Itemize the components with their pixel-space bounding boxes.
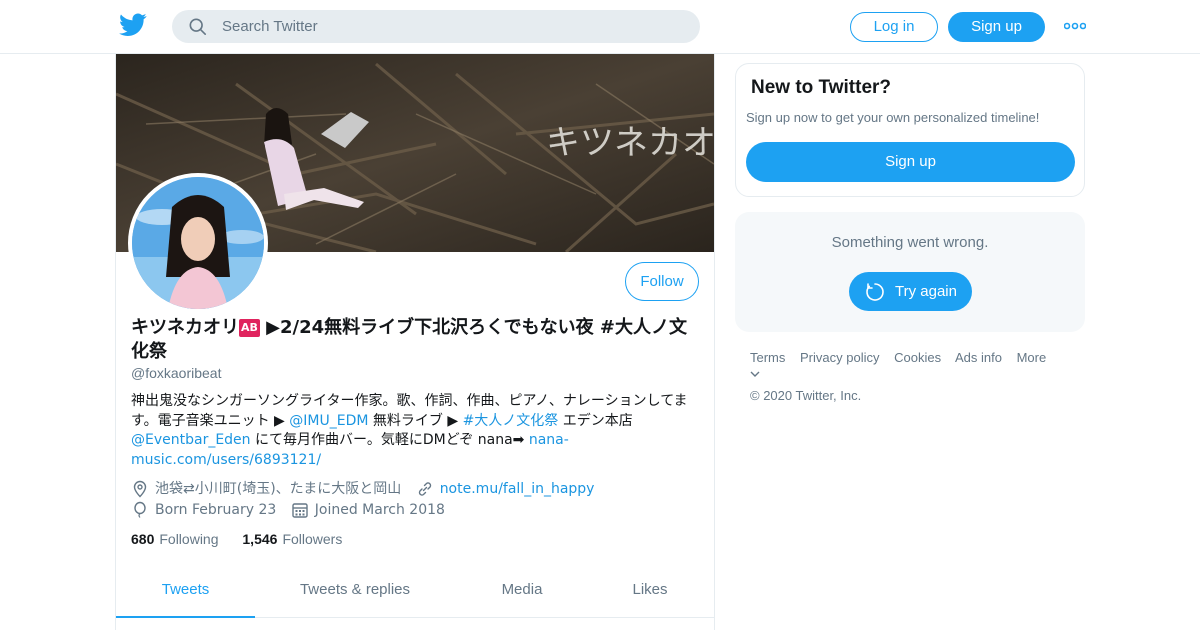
error-card: Something went wrong. Try again: [735, 212, 1085, 332]
footer-links: Terms Privacy policy Cookies Ads info Mo…: [750, 350, 1080, 380]
bio-link-hashtag[interactable]: #大人ノ文化祭: [463, 413, 559, 429]
new-to-twitter-card: New to Twitter? Sign up now to get your …: [735, 63, 1085, 197]
tab-likes[interactable]: Likes: [606, 562, 694, 618]
profile-avatar[interactable]: [128, 173, 268, 313]
followers-count: 1,546: [242, 531, 278, 547]
avatar-image: [132, 177, 264, 309]
profile-tabs: Tweets Tweets & replies Media Likes: [116, 562, 714, 618]
signup-button[interactable]: Sign up: [948, 12, 1045, 42]
error-message: Something went wrong.: [831, 234, 989, 251]
top-navigation-bar: Log in Sign up: [0, 0, 1200, 54]
search-input[interactable]: [222, 10, 682, 43]
website-item[interactable]: note.mu/fall_in_happy: [416, 480, 595, 498]
footer-link-ads-info[interactable]: Ads info: [955, 350, 1002, 365]
tab-media[interactable]: Media: [466, 562, 578, 618]
profile-handle[interactable]: @foxkaoribeat: [131, 365, 221, 381]
tab-tweets-replies[interactable]: Tweets & replies: [280, 562, 430, 618]
new-to-twitter-title: New to Twitter?: [751, 77, 892, 98]
sidebar-signup-button[interactable]: Sign up: [746, 142, 1075, 182]
link-icon: [418, 482, 431, 496]
bio-link-imu-edm[interactable]: @IMU_EDM: [289, 413, 368, 429]
login-button[interactable]: Log in: [850, 12, 938, 42]
tab-tweets[interactable]: Tweets: [116, 562, 255, 618]
profile-name-main: キツネカオリ: [131, 317, 239, 338]
refresh-icon: [866, 283, 884, 301]
profile-bio: 神出鬼没なシンガーソングライター作家。歌、作詞、作曲、ピアノ、ナレーションしてま…: [131, 392, 691, 470]
location-pin-icon: [133, 480, 147, 498]
calendar-icon: [292, 503, 308, 518]
more-dots-icon[interactable]: [1064, 22, 1086, 30]
location-item: 池袋⇄小川町(埼玉)、たまに大阪と岡山: [131, 480, 401, 498]
follow-button[interactable]: Follow: [625, 262, 699, 301]
new-to-twitter-description: Sign up now to get your own personalized…: [746, 110, 1040, 125]
website-link[interactable]: note.mu/fall_in_happy: [440, 480, 595, 498]
banner-text: キツネカオリ: [546, 123, 714, 163]
search-icon: [189, 18, 207, 36]
following-count: 680: [131, 531, 155, 547]
chevron-down-icon: [750, 371, 760, 377]
more-label: More: [1016, 350, 1047, 365]
bio-text-2: 無料ライブ ▶: [368, 412, 463, 429]
search-box[interactable]: [172, 10, 700, 43]
twitter-bird-icon[interactable]: [119, 13, 147, 37]
profile-name: キツネカオリ AB ▶2/24無料ライブ下北沢ろくでもない夜 #大人ノ文化祭: [131, 316, 701, 364]
followers-label: Followers: [282, 531, 343, 547]
following-label: Following: [159, 531, 219, 547]
joined-text: Joined March 2018: [314, 502, 445, 518]
copyright: © 2020 Twitter, Inc.: [750, 388, 862, 403]
try-again-button[interactable]: Try again: [849, 272, 972, 311]
birthday-item: Born February 23: [131, 501, 276, 519]
profile-stats: 680 Following 1,546 Followers: [131, 531, 362, 547]
footer-link-privacy[interactable]: Privacy policy: [800, 350, 879, 365]
following-stat[interactable]: 680 Following: [131, 531, 219, 547]
born-text: Born February 23: [155, 502, 277, 518]
bio-text-3: エデン本店: [558, 412, 633, 429]
footer-link-terms[interactable]: Terms: [750, 350, 785, 365]
profile-meta-row-2: Born February 23 Joined March 2018: [131, 501, 455, 524]
sidebar-footer: Terms Privacy policy Cookies Ads info Mo…: [750, 350, 1080, 403]
ab-badge-icon: AB: [239, 319, 260, 337]
location-text: 池袋⇄小川町(埼玉)、たまに大阪と岡山: [155, 481, 402, 497]
bio-link-eventbar[interactable]: @Eventbar_Eden: [131, 432, 251, 448]
try-again-label: Try again: [895, 283, 957, 300]
profile-meta-row-1: 池袋⇄小川町(埼玉)、たまに大阪と岡山 note.mu/fall_in_happ…: [131, 480, 604, 503]
followers-stat[interactable]: 1,546 Followers: [242, 531, 342, 547]
joined-item: Joined March 2018: [291, 501, 445, 519]
balloon-icon: [134, 501, 146, 518]
footer-link-cookies[interactable]: Cookies: [894, 350, 941, 365]
bio-text-4: にて毎月作曲バー。気軽にDMどぞ nana➡: [250, 432, 529, 448]
